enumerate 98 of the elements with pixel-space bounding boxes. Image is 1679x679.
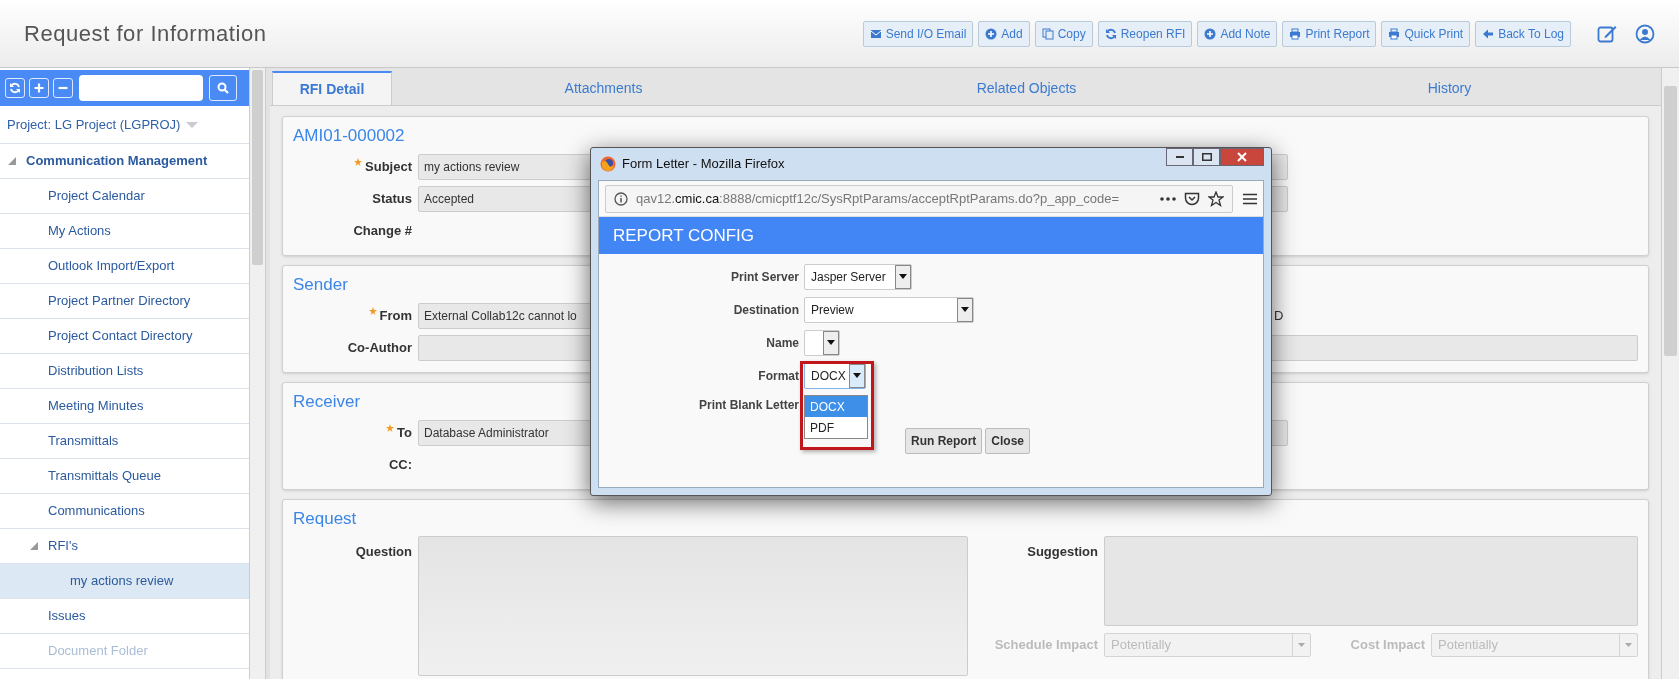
- toolbar-button[interactable]: Add: [978, 20, 1030, 47]
- caret-icon: [1298, 643, 1305, 647]
- address-bar[interactable]: qav12.cmic.ca:8888/cmicptf12c/SysRptParams/acceptRptParams.do?p_app_code=: [605, 184, 1233, 213]
- field-label: Co-Author: [347, 339, 412, 358]
- section-title: Request: [293, 508, 357, 530]
- plus-icon: [33, 82, 45, 94]
- search-icon: [217, 82, 229, 94]
- scrollbar[interactable]: [250, 68, 266, 679]
- minimize-icon: [1175, 156, 1184, 158]
- user-icon: [1635, 23, 1655, 44]
- maximize-button[interactable]: [1193, 148, 1220, 166]
- project-selector[interactable]: Project: LG Project (LGPROJ): [7, 114, 181, 135]
- user-button[interactable]: [1635, 23, 1655, 44]
- field-label: Suggestion: [1027, 543, 1098, 561]
- toolbar-button[interactable]: Reopen RFI: [1097, 20, 1193, 47]
- tree-item[interactable]: Project Calendar: [0, 179, 249, 214]
- field-text: D: [1274, 307, 1284, 326]
- browser-logo-icon: [600, 156, 616, 172]
- edit-icon: [1597, 23, 1617, 44]
- dialog-button[interactable]: Run Report: [905, 428, 983, 454]
- tree-item[interactable]: Transmittals: [0, 424, 249, 459]
- toolbar-button[interactable]: Quick Print: [1381, 20, 1471, 47]
- tab[interactable]: RFI Detail: [272, 71, 392, 105]
- caret-icon: [1625, 643, 1632, 647]
- toolbar-button[interactable]: Add Note: [1197, 20, 1278, 47]
- tree-item[interactable]: Distribution Lists: [0, 354, 249, 389]
- menu-button[interactable]: [1243, 192, 1257, 205]
- dropdown[interactable]: Jasper Server: [804, 263, 912, 290]
- toolbar-button[interactable]: Send I/O Email: [862, 20, 974, 47]
- dropdown-option[interactable]: PDF: [805, 417, 867, 438]
- pocket-icon: [1184, 190, 1200, 207]
- tree-item[interactable]: Communications: [0, 494, 249, 529]
- field-label: Name: [766, 335, 799, 350]
- tree-item[interactable]: Project Contact Directory: [0, 319, 249, 354]
- tree-item[interactable]: Transmittals Queue: [0, 459, 249, 494]
- field-label: Change #: [353, 222, 412, 241]
- star-icon: [1208, 190, 1224, 207]
- tab[interactable]: Related Objects: [815, 71, 1238, 105]
- field-label: To: [397, 424, 412, 443]
- field-label: Print Server: [730, 269, 799, 284]
- scrollbar[interactable]: [1661, 68, 1679, 679]
- arrow-left-icon: [1482, 27, 1495, 40]
- dropdown[interactable]: DOCX: [804, 362, 866, 389]
- field-label: Question: [355, 543, 412, 561]
- menu-icon: [1243, 192, 1257, 205]
- field-label: Subject: [365, 158, 412, 177]
- caret-icon: [186, 120, 199, 129]
- tree-item[interactable]: Meeting Minutes: [0, 389, 249, 424]
- section-title: Sender: [293, 274, 348, 296]
- caret-icon: [899, 274, 907, 279]
- tree-item[interactable]: Issues: [0, 599, 249, 634]
- field-label: From: [379, 307, 412, 326]
- dropdown[interactable]: [804, 329, 840, 356]
- toolbar-button[interactable]: Print Report: [1282, 20, 1377, 47]
- expand-button[interactable]: [29, 78, 49, 98]
- tree-item[interactable]: Outlook Import/Export: [0, 249, 249, 284]
- field-label: Destination: [733, 302, 799, 317]
- caret-icon: [827, 340, 835, 345]
- plus-circle-icon: [985, 27, 998, 40]
- minimize-button[interactable]: [1166, 148, 1193, 166]
- maximize-icon: [1201, 153, 1212, 161]
- more-icon: [1160, 196, 1176, 201]
- field-label: Print Blank Letter: [698, 398, 799, 413]
- field-label: Schedule Impact: [994, 637, 1098, 653]
- envelope-icon: [869, 27, 882, 40]
- section-title: AMI01-000002: [293, 125, 405, 147]
- copy-icon: [1041, 27, 1054, 40]
- caret-icon: [961, 307, 969, 312]
- edit-button[interactable]: [1597, 23, 1617, 44]
- section-title: Receiver: [293, 391, 361, 413]
- field-label: Status: [372, 190, 412, 209]
- field-label: Cost Impact: [1350, 637, 1425, 653]
- page-title: Request for Information: [24, 20, 268, 48]
- plus-circle-icon: [1204, 27, 1217, 40]
- dropdown[interactable]: Preview: [804, 296, 974, 323]
- search-field[interactable]: [79, 75, 203, 101]
- tree-item[interactable]: My Actions: [0, 214, 249, 249]
- info-icon: [614, 191, 628, 206]
- window-title: Form Letter - Mozilla Firefox: [622, 155, 786, 174]
- refresh-icon: [9, 82, 21, 94]
- url-text: qav12.cmic.ca:8888/cmicptf12c/SysRptParams/acceptRptParams.do?p_app_code=: [636, 189, 1120, 208]
- close-icon: [1237, 152, 1247, 162]
- printer-icon: [1388, 27, 1401, 40]
- tree-item[interactable]: Project Partner Directory: [0, 284, 249, 319]
- dialog-button[interactable]: Close: [985, 428, 1030, 454]
- toolbar-button[interactable]: Back To Log: [1475, 20, 1571, 47]
- refresh-icon: [1104, 27, 1117, 40]
- search-button[interactable]: [209, 75, 237, 101]
- close-button[interactable]: [1220, 148, 1264, 166]
- dialog-heading: REPORT CONFIG: [599, 217, 1263, 254]
- printer-icon: [1289, 27, 1302, 40]
- tree-item[interactable]: my actions review: [0, 564, 249, 599]
- collapse-button[interactable]: [53, 78, 73, 98]
- toolbar-button[interactable]: Copy: [1034, 20, 1093, 47]
- refresh-button[interactable]: [5, 78, 25, 98]
- tree-item[interactable]: Communication Management: [0, 144, 249, 179]
- field-label: Format: [758, 368, 799, 383]
- field-label: CC:: [388, 456, 412, 475]
